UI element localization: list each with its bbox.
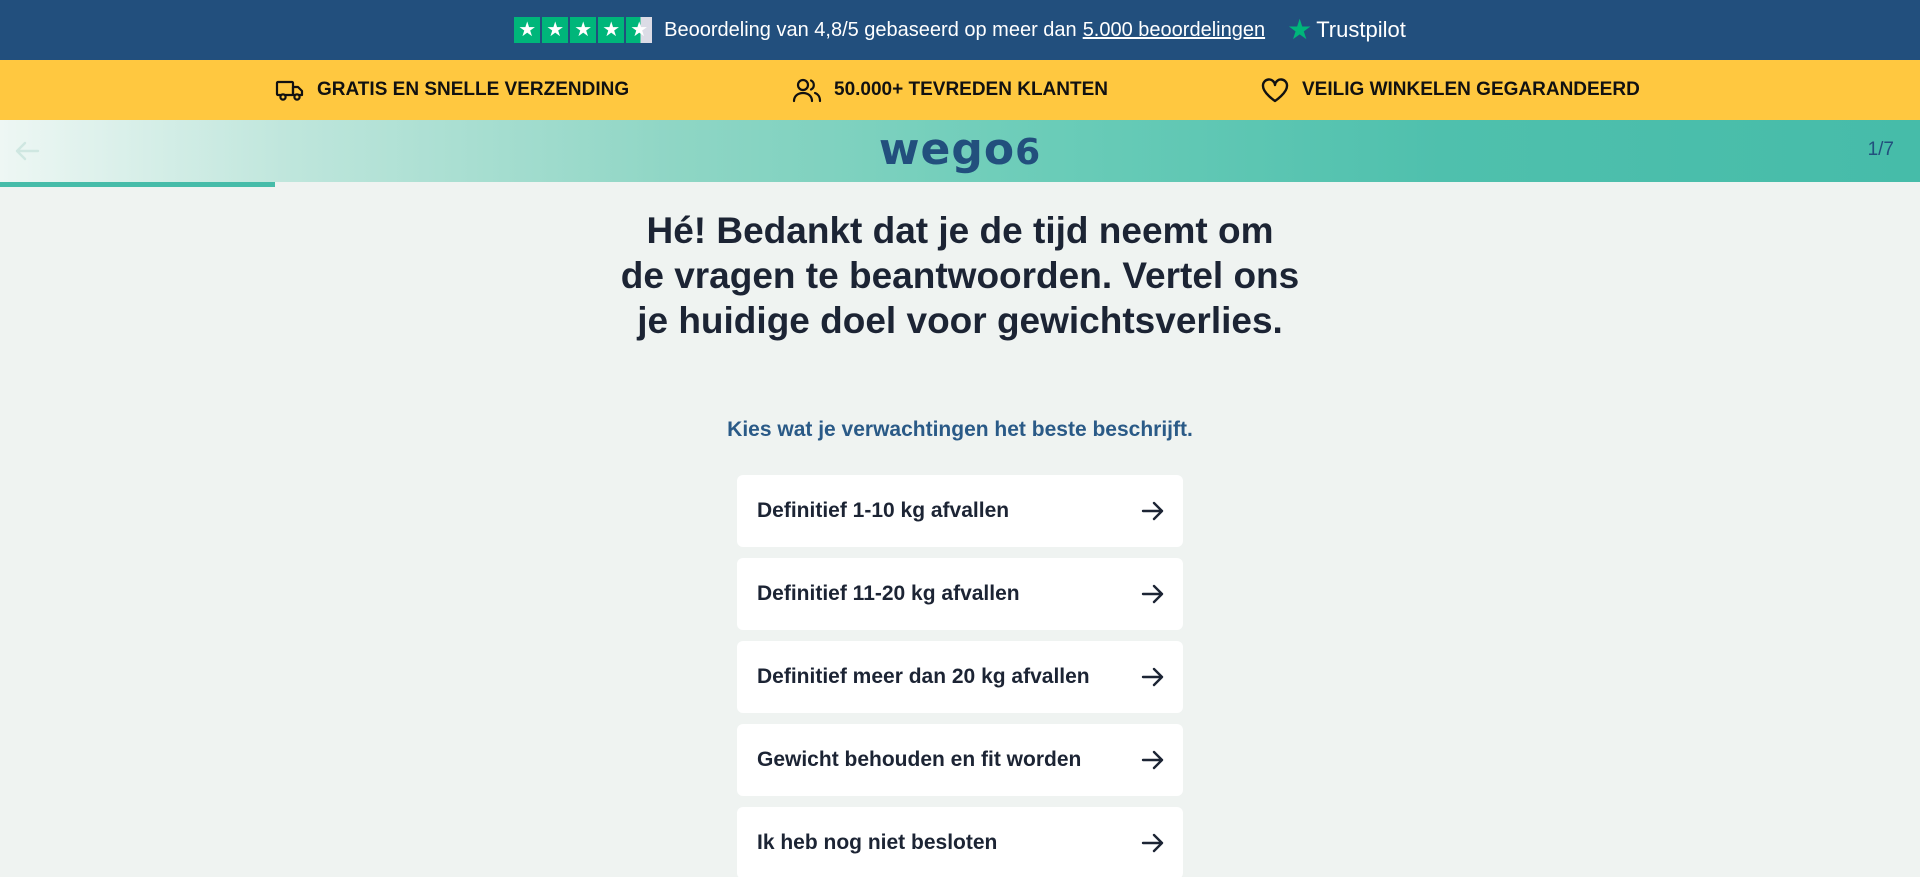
- star-icon: ★: [542, 17, 569, 43]
- quiz-header: wego6 1/7: [0, 120, 1920, 182]
- usp-bar: GRATIS EN SNELLE VERZENDING 50.000+ TEVR…: [0, 60, 1920, 120]
- usp-shipping: GRATIS EN SNELLE VERZENDING: [275, 78, 629, 102]
- option-label: Definitief meer dan 20 kg afvallen: [757, 665, 1090, 688]
- usp-label: GRATIS EN SNELLE VERZENDING: [317, 79, 630, 100]
- heart-icon: [1261, 78, 1289, 103]
- answer-options: Definitief 1-10 kg afvallen Definitief 1…: [737, 475, 1183, 877]
- option-label: Ik heb nog niet besloten: [757, 831, 998, 854]
- usp-label: 50.000+ TEVREDEN KLANTEN: [834, 79, 1108, 100]
- usp-secure: VEILIG WINKELEN GEGARANDEERD: [1260, 77, 1640, 103]
- wego6-logo[interactable]: wego6: [0, 124, 1920, 175]
- rating-text: Beoordeling van 4,8/5 gebaseerd op meer …: [664, 18, 1077, 41]
- logo-text: wego: [878, 124, 1016, 175]
- arrow-right-icon: [1141, 833, 1164, 853]
- arrow-right-icon: [1141, 667, 1164, 687]
- answer-option[interactable]: Gewicht behouden en fit worden: [737, 724, 1183, 796]
- arrow-right-icon: [1141, 584, 1164, 604]
- truck-icon: [275, 80, 304, 101]
- question-subtitle: Kies wat je verwachtingen het beste besc…: [727, 418, 1193, 441]
- progress-fill: [0, 182, 275, 187]
- trustpilot-brand: Trustpilot: [1316, 17, 1406, 42]
- option-label: Gewicht behouden en fit worden: [757, 748, 1082, 771]
- half-star-icon: ★: [626, 17, 653, 43]
- reviews-link[interactable]: 5.000 beoordelingen: [1083, 19, 1265, 42]
- usp-label: VEILIG WINKELEN GEGARANDEERD: [1302, 79, 1640, 100]
- progress-bar: [0, 182, 1920, 187]
- answer-option[interactable]: Ik heb nog niet besloten: [737, 807, 1183, 877]
- answer-option[interactable]: Definitief 11-20 kg afvallen: [737, 558, 1183, 630]
- rating-stars: ★ ★ ★ ★ ★: [514, 17, 653, 43]
- trustpilot-logo[interactable]: ★ Trustpilot: [1287, 16, 1406, 44]
- question-title: Hé! Bedankt dat je de tijd neemt om de v…: [620, 210, 1300, 341]
- trustpilot-star-icon: ★: [1287, 14, 1313, 45]
- users-icon: [792, 78, 822, 103]
- star-icon: ★: [514, 17, 541, 43]
- logo-suffix: 6: [1015, 132, 1042, 173]
- star-icon: ★: [598, 17, 625, 43]
- step-indicator: 1/7: [1867, 139, 1894, 160]
- usp-customers: 50.000+ TEVREDEN KLANTEN: [792, 77, 1108, 103]
- answer-option[interactable]: Definitief meer dan 20 kg afvallen: [737, 641, 1183, 713]
- star-icon: ★: [570, 17, 597, 43]
- answer-option[interactable]: Definitief 1-10 kg afvallen: [737, 475, 1183, 547]
- option-label: Definitief 1-10 kg afvallen: [757, 499, 1010, 522]
- arrow-right-icon: [1141, 501, 1164, 521]
- option-label: Definitief 11-20 kg afvallen: [757, 582, 1020, 605]
- arrow-right-icon: [1141, 750, 1164, 770]
- trustpilot-bar: ★ ★ ★ ★ ★ Beoordeling van 4,8/5 gebaseer…: [0, 0, 1920, 60]
